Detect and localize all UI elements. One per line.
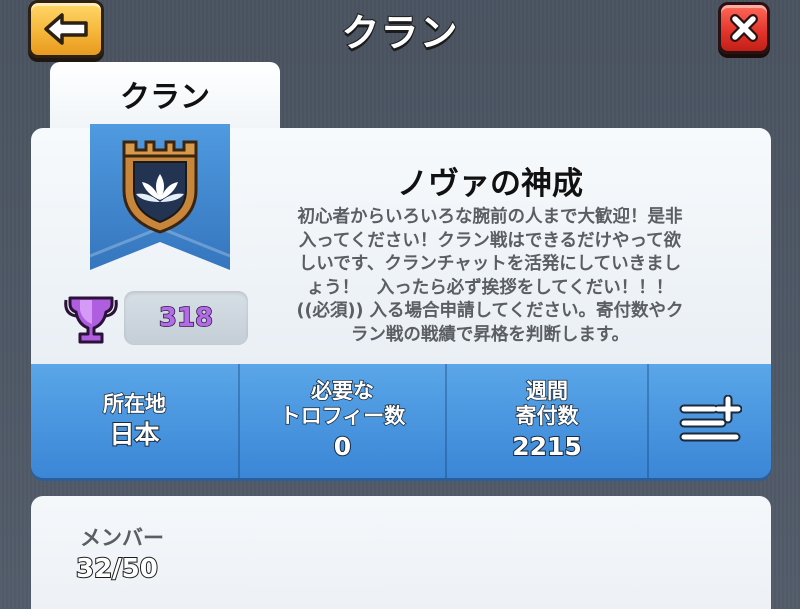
- stat-location: 所在地 日本: [31, 364, 238, 478]
- clan-name: ノヴァの神成: [397, 166, 583, 202]
- clan-trophy-score: 318: [124, 291, 248, 345]
- members-card: [31, 496, 771, 609]
- stat-label: 週間: [525, 378, 569, 404]
- stat-required-trophies: 必要な トロフィー数 0: [238, 364, 445, 478]
- stat-label: 寄付数: [515, 403, 580, 429]
- description-line: ラン戦の戦績で昇格を判断します。: [350, 324, 630, 345]
- description-line: しいです、クランチャットを活発にしていきまし: [298, 254, 682, 274]
- clan-banner: [90, 124, 230, 270]
- trophy-value: 318: [158, 302, 214, 334]
- stat-label: トロフィー数: [279, 403, 406, 429]
- description-line: ょう！ 入ったら必ず挨拶をしてくだい！！！: [306, 277, 674, 298]
- stat-value: 2215: [511, 431, 583, 462]
- stat-weekly-donations: 週間 寄付数 2215: [445, 364, 647, 478]
- trophy-icon: [64, 296, 118, 344]
- description-line: 初心者からいろいろな腕前の人まで大歓迎！是非: [297, 207, 683, 227]
- description-line: ((必須)) 入る場合申請してください。寄付数やク: [296, 301, 684, 321]
- stat-label: 所在地: [102, 391, 167, 417]
- clan-menu-button[interactable]: [647, 364, 771, 478]
- close-button[interactable]: [718, 2, 770, 54]
- list-add-icon: [679, 395, 742, 442]
- clan-stats-bar: 所在地 日本 必要な トロフィー数 0 週間 寄付数 2215: [31, 364, 771, 478]
- clan-description: 初心者からいろいろな腕前の人まで大歓迎！是非 入ってください！クラン戦はできるだ…: [268, 206, 712, 347]
- page-title: クラン: [340, 10, 459, 56]
- description-line: 入ってください！クラン戦はできるだけやって欲: [298, 230, 682, 251]
- stat-label: 必要な: [310, 378, 375, 404]
- castle-lotus-badge-icon: [122, 140, 198, 234]
- close-icon: [730, 14, 758, 42]
- members-label: メンバー: [80, 526, 164, 550]
- stat-value: 0: [333, 431, 352, 462]
- members-count: 32/50: [75, 553, 159, 585]
- stat-value: 日本: [108, 419, 160, 450]
